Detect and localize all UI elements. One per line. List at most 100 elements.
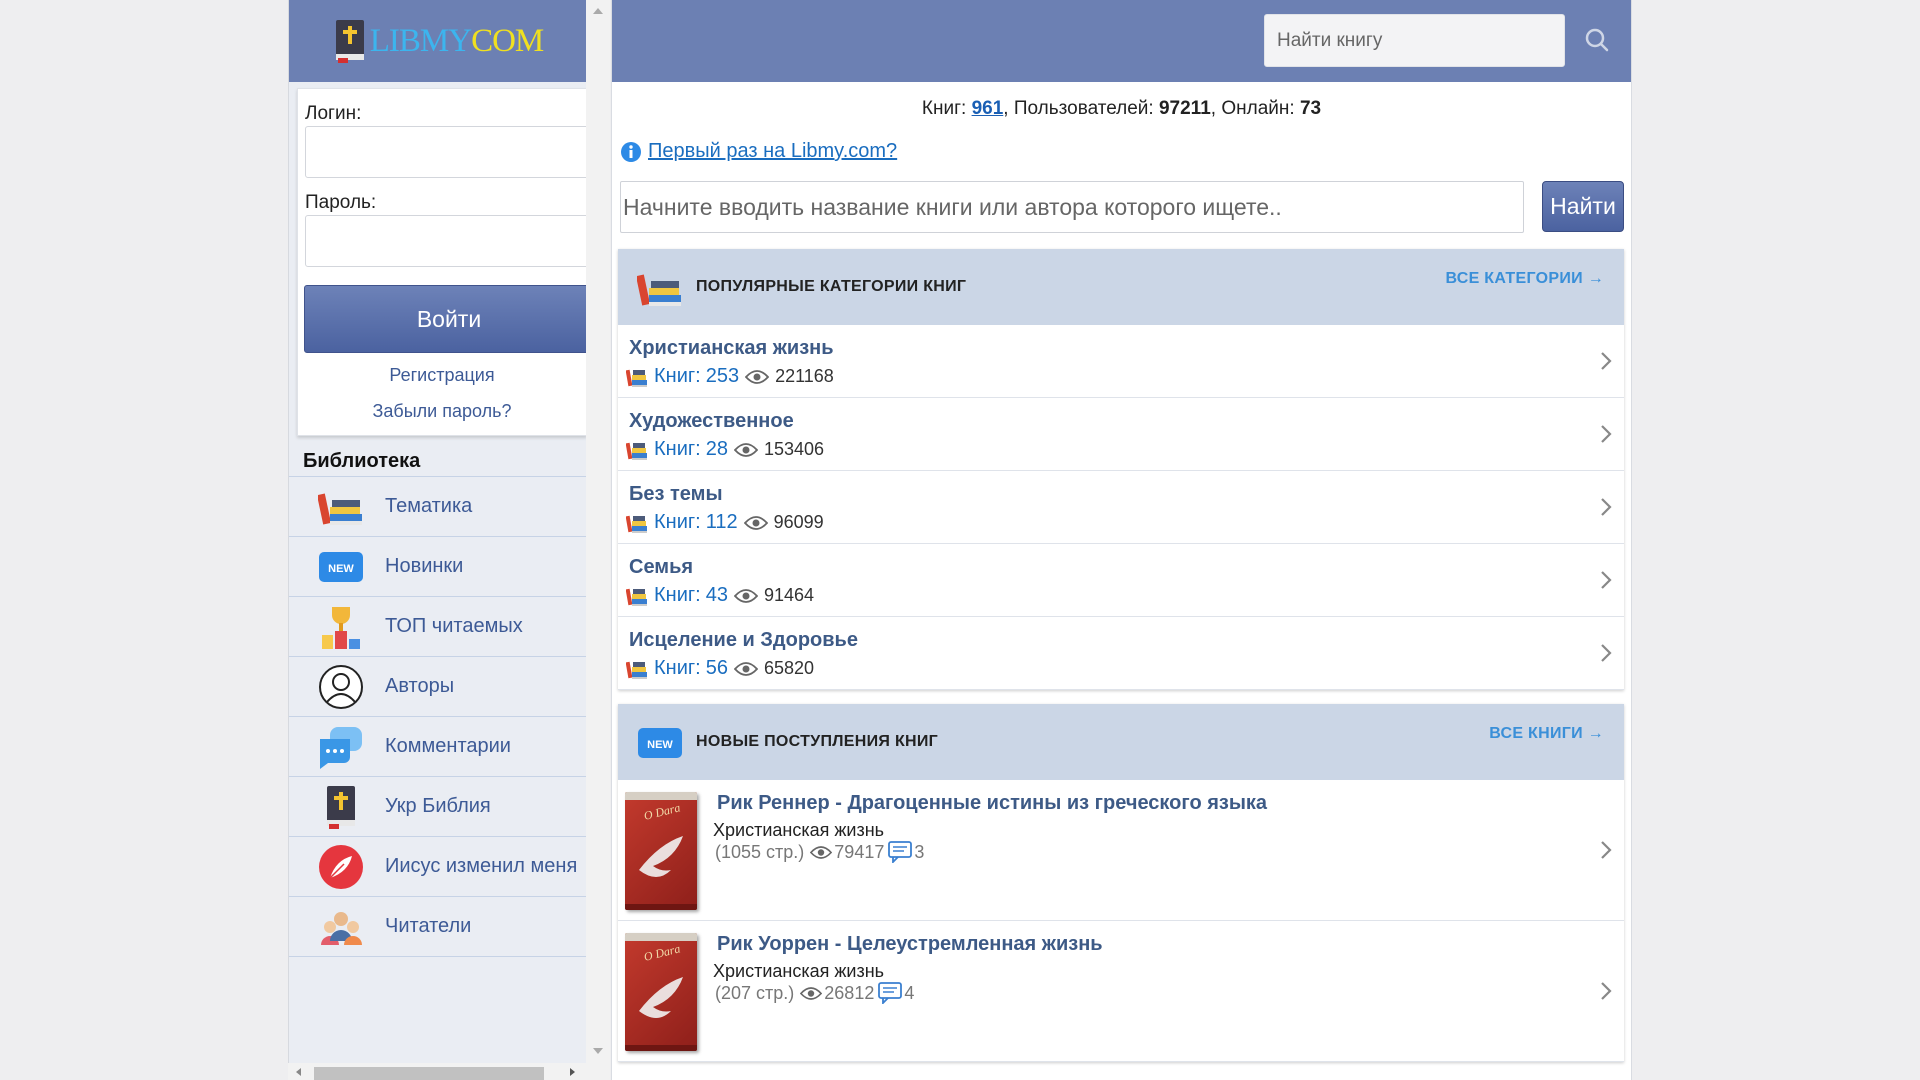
logo-text-a: LIBMY [369,22,472,59]
scroll-left-arrow-icon[interactable] [296,1068,301,1076]
chevron-right-icon[interactable] [1600,981,1612,1001]
category-title[interactable]: Художественное [629,410,794,433]
category-row[interactable]: Христианская жизнь Книг: 253 221168 [618,325,1624,398]
header-search-input[interactable]: Найти книгу [1264,14,1565,67]
menu-item-ukr-bible[interactable]: Укр Библия [289,777,586,837]
book-cover[interactable]: O Dara [625,792,697,910]
category-count-prefix: Книг: [654,657,701,679]
book-meta: (1055 стр.) 79417 3 [713,841,924,863]
sidebar: LIBMYCOM Логин: Пароль: Войти Регистраци… [288,0,586,1080]
readers-icon [315,904,367,950]
chevron-right-icon[interactable] [1600,351,1612,371]
menu-item-readers[interactable]: Читатели [289,897,586,957]
category-count-prefix: Книг: [654,511,701,533]
menu-item-comments[interactable]: Комментарии [289,717,586,777]
menu-item-testimonies[interactable]: Иисус изменил меня [289,837,586,897]
new-books-section: NEW НОВЫЕ ПОСТУПЛЕНИЯ КНИГ ВСЕ КНИГИ → O… [618,704,1624,1062]
category-row[interactable]: Без темы Книг: 112 96099 [618,471,1624,544]
scroll-down-arrow-icon[interactable] [593,1048,603,1054]
category-meta: Книг: 28 153406 [626,438,824,461]
category-count-prefix: Книг: [654,584,701,606]
book-cover[interactable]: O Dara [625,933,697,1051]
book-title[interactable]: Рик Реннер - Драгоценные истины из грече… [717,792,1267,815]
book-row[interactable]: O Dara Рик Реннер - Драгоценные истины и… [618,780,1624,921]
category-views: 65820 [763,658,815,678]
chevron-right-icon[interactable] [1600,643,1612,663]
section-title: НОВЫЕ ПОСТУПЛЕНИЯ КНИГ [696,733,939,750]
scroll-right-arrow-icon[interactable] [570,1068,575,1076]
book-meta: (207 стр.) 26812 4 [713,982,914,1004]
feather-icon [315,844,367,890]
book-search-button[interactable]: Найти [1542,181,1624,232]
password-label: Пароль: [305,192,377,213]
section-header: NEW НОВЫЕ ПОСТУПЛЕНИЯ КНИГ ВСЕ КНИГИ → [618,704,1624,780]
bookshelf-icon [626,442,647,460]
book-views: 26812 [824,982,875,1003]
scroll-up-arrow-icon[interactable] [593,8,603,14]
menu-item-authors[interactable]: Авторы [289,657,586,717]
chevron-right-icon[interactable] [1600,497,1612,517]
library-menu: Тематика NEW Новинки ТОП читаемых Авторы… [289,476,586,957]
search-icon[interactable] [1585,28,1609,52]
register-link[interactable]: Регистрация [298,365,586,386]
menu-label: Читатели [385,915,472,937]
first-time-notice: Первый раз на Libmy.com? [620,140,897,163]
popular-categories-section: ПОПУЛЯРНЫЕ КАТЕГОРИИ КНИГ ВСЕ КАТЕГОРИИ … [618,249,1624,690]
books-stat-value[interactable]: 961 [972,98,1004,119]
sidebar-horizontal-scrollbar[interactable] [288,1063,586,1080]
bookshelf-icon [626,661,647,679]
scrollbar-thumb[interactable] [314,1067,544,1080]
all-categories-link[interactable]: ВСЕ КАТЕГОРИИ → [1445,270,1604,288]
menu-label: ТОП читаемых [385,615,523,637]
category-count-prefix: Книг: [654,365,701,387]
menu-item-top[interactable]: ТОП читаемых [289,597,586,657]
menu-label: Укр Библия [385,795,491,817]
category-title[interactable]: Без темы [629,483,723,506]
book-pages: (207 стр.) [715,982,795,1003]
book-comments: 4 [904,982,915,1003]
header-bar: Найти книгу [612,0,1631,82]
chevron-right-icon[interactable] [1600,424,1612,444]
menu-label: Комментарии [385,735,511,757]
chevron-right-icon[interactable] [1600,570,1612,590]
all-books-link[interactable]: ВСЕ КНИГИ → [1489,725,1604,743]
forgot-password-link[interactable]: Забыли пароль? [298,401,586,422]
sidebar-vertical-scrollbar[interactable] [586,0,610,1080]
library-heading: Библиотека [303,450,421,472]
first-time-link[interactable]: Первый раз на Libmy.com? [648,140,897,163]
eye-icon [733,588,758,603]
site-logo[interactable]: LIBMYCOM [332,18,544,64]
book-row[interactable]: O Dara Рик Уоррен - Целеустремленная жиз… [618,921,1624,1062]
category-views: 91464 [763,585,815,605]
user-icon [315,664,367,710]
chevron-right-icon[interactable] [1600,840,1612,860]
category-meta: Книг: 56 65820 [626,657,814,680]
category-row[interactable]: Исцеление и Здоровье Книг: 56 65820 [618,617,1624,690]
book-category: Христианская жизнь [713,820,885,840]
password-input[interactable] [305,215,586,267]
bookshelf-icon [626,588,647,606]
category-meta: Книг: 253 221168 [626,365,834,388]
category-title[interactable]: Христианская жизнь [629,337,834,360]
eye-icon [810,845,833,859]
eye-icon [800,986,823,1000]
book-search-input[interactable]: Начните вводить название книги или автор… [620,181,1524,233]
category-title[interactable]: Семья [629,556,693,579]
book-title[interactable]: Рик Уоррен - Целеустремленная жизнь [717,933,1103,956]
book-comments: 3 [914,841,925,862]
category-row[interactable]: Художественное Книг: 28 153406 [618,398,1624,471]
menu-item-new[interactable]: NEW Новинки [289,537,586,597]
category-book-count: 28 [705,438,728,460]
online-stat-label: , Онлайн: [1210,98,1295,119]
category-title[interactable]: Исцеление и Здоровье [629,629,858,652]
login-button[interactable]: Войти [304,285,586,353]
comments-icon [315,724,367,770]
category-row[interactable]: Семья Книг: 43 91464 [618,544,1624,617]
logo-bar: LIBMYCOM [289,0,586,82]
category-meta: Книг: 112 96099 [626,511,824,534]
svg-text:O Dara: O Dara [642,800,681,823]
login-input[interactable] [305,126,586,178]
new-badge-icon: NEW [315,544,367,590]
login-form: Логин: Пароль: Войти Регистрация Забыли … [297,88,586,436]
menu-item-topics[interactable]: Тематика [289,477,586,537]
